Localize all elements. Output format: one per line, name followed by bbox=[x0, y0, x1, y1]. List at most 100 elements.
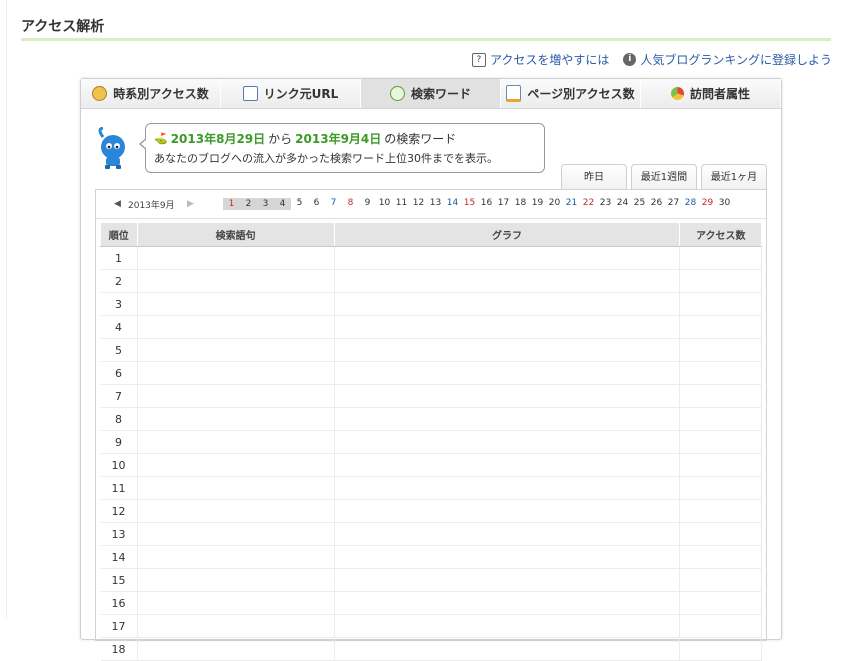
tab-referrer-url[interactable]: リンク元URL bbox=[221, 79, 361, 108]
next-month-icon[interactable]: ▶ bbox=[187, 199, 194, 209]
page-title: アクセス解析 bbox=[21, 19, 105, 35]
range-tab-month[interactable]: 最近1ヶ月 bbox=[701, 164, 767, 189]
calendar-day[interactable]: 28 bbox=[682, 198, 699, 210]
calendar-day[interactable]: 6 bbox=[308, 198, 325, 210]
rank-cell: 9 bbox=[100, 430, 138, 454]
col-keyword: 検索語句 bbox=[136, 222, 335, 247]
graph-cell bbox=[334, 614, 681, 638]
calendar-day[interactable]: 8 bbox=[342, 198, 359, 210]
day-list: 1 2 3 4 5 6 7 8 9 10 11 12 13 14 15 16 17 18 19 20 21 22 23 24 2… bbox=[223, 198, 733, 210]
tab-page-access[interactable]: ページ別アクセス数 bbox=[501, 79, 641, 108]
graph-cell bbox=[334, 591, 681, 615]
rank-cell: 16 bbox=[100, 591, 138, 615]
calendar-day[interactable]: 13 bbox=[427, 198, 444, 210]
prev-month-icon[interactable]: ◀ bbox=[114, 199, 121, 209]
keyword-cell bbox=[137, 292, 335, 316]
col-rank: 順位 bbox=[100, 222, 138, 247]
analytics-panel: 時系別アクセス数 リンク元URL 検索ワード ページ別アクセス数 訪問者属性 ⛳… bbox=[80, 78, 782, 661]
graph-cell bbox=[334, 568, 681, 592]
access-count-cell bbox=[679, 338, 762, 362]
access-count-cell bbox=[679, 292, 762, 316]
table-row: 5 bbox=[100, 338, 762, 362]
calendar-day[interactable]: 14 bbox=[444, 198, 461, 210]
info-icon: i bbox=[623, 53, 637, 66]
keyword-cell bbox=[137, 430, 335, 454]
table-row: 8 bbox=[100, 407, 762, 431]
keyword-cell bbox=[137, 361, 335, 385]
range-description: あなたのブログへの流入が多かった検索ワード上位30件までを表示。 bbox=[154, 152, 498, 165]
table-row: 11 bbox=[100, 476, 762, 500]
table-row: 4 bbox=[100, 315, 762, 339]
access-count-cell bbox=[679, 568, 762, 592]
rank-cell: 8 bbox=[100, 407, 138, 431]
access-count-cell bbox=[679, 407, 762, 431]
rank-cell: 13 bbox=[100, 522, 138, 546]
graph-cell bbox=[334, 292, 681, 316]
calendar-day[interactable]: 2 bbox=[240, 198, 257, 210]
calendar-day[interactable]: 30 bbox=[716, 198, 733, 210]
access-count-cell bbox=[679, 384, 762, 408]
range-tab-yesterday[interactable]: 昨日 bbox=[561, 164, 627, 189]
calendar-day[interactable]: 20 bbox=[546, 198, 563, 210]
tab-search-words[interactable]: 検索ワード bbox=[361, 79, 501, 108]
calendar-day[interactable]: 21 bbox=[563, 198, 580, 210]
calendar-day[interactable]: 4 bbox=[274, 198, 291, 210]
table-row: 3 bbox=[100, 292, 762, 316]
calendar-day[interactable]: 23 bbox=[597, 198, 614, 210]
calendar-day[interactable]: 25 bbox=[631, 198, 648, 210]
calendar-day[interactable]: 18 bbox=[512, 198, 529, 210]
access-count-cell bbox=[679, 453, 762, 477]
calendar-day[interactable]: 3 bbox=[257, 198, 274, 210]
calendar-day[interactable]: 7 bbox=[325, 198, 342, 210]
calendar-day[interactable]: 16 bbox=[478, 198, 495, 210]
calendar-day[interactable]: 29 bbox=[699, 198, 716, 210]
tab-visitor-attributes[interactable]: 訪問者属性 bbox=[641, 79, 781, 108]
calendar-day[interactable]: 9 bbox=[359, 198, 376, 210]
table-row: 15 bbox=[100, 568, 762, 592]
access-count-cell bbox=[679, 430, 762, 454]
date-range-bubble: ⛳ 2013年8月29日 から 2013年9月4日 の検索ワード あなたのブログ… bbox=[139, 123, 545, 173]
calendar-day[interactable]: 19 bbox=[529, 198, 546, 210]
rank-cell: 12 bbox=[100, 499, 138, 523]
graph-cell bbox=[334, 522, 681, 546]
calendar-day[interactable]: 1 bbox=[223, 198, 240, 210]
calendar-day[interactable]: 12 bbox=[410, 198, 427, 210]
graph-cell bbox=[334, 338, 681, 362]
title-underline bbox=[21, 38, 831, 41]
graph-cell bbox=[334, 637, 681, 661]
rank-cell: 3 bbox=[100, 292, 138, 316]
tab-bar: 時系別アクセス数 リンク元URL 検索ワード ページ別アクセス数 訪問者属性 bbox=[81, 79, 781, 109]
table-row: 2 bbox=[100, 269, 762, 293]
keyword-cell bbox=[137, 315, 335, 339]
keyword-cell bbox=[137, 637, 335, 661]
range-connector: から bbox=[268, 132, 293, 146]
top-links: ? アクセスを増やすには i 人気ブログランキングに登録しよう bbox=[471, 51, 832, 68]
calendar-day[interactable]: 22 bbox=[580, 198, 597, 210]
calendar-day[interactable]: 11 bbox=[393, 198, 410, 210]
ranking-link-label: 人気ブログランキングに登録しよう bbox=[640, 53, 832, 67]
keyword-cell bbox=[137, 522, 335, 546]
calendar-month: 2013年9月 bbox=[128, 201, 175, 211]
graph-cell bbox=[334, 315, 681, 339]
access-count-cell bbox=[679, 591, 762, 615]
date-range-line: ⛳ 2013年8月29日 から 2013年9月4日 の検索ワード bbox=[154, 130, 456, 147]
calendar-day[interactable]: 15 bbox=[461, 198, 478, 210]
help-link-label: アクセスを増やすには bbox=[489, 53, 610, 67]
access-count-cell bbox=[679, 614, 762, 638]
ranking-link[interactable]: i 人気ブログランキングに登録しよう bbox=[623, 51, 832, 68]
calendar-day[interactable]: 26 bbox=[648, 198, 665, 210]
graph-cell bbox=[334, 269, 681, 293]
calendar-day[interactable]: 5 bbox=[291, 198, 308, 210]
table-row: 16 bbox=[100, 591, 762, 615]
calendar-day[interactable]: 24 bbox=[614, 198, 631, 210]
rank-cell: 15 bbox=[100, 568, 138, 592]
tab-hourly-access[interactable]: 時系別アクセス数 bbox=[81, 79, 221, 108]
help-link[interactable]: ? アクセスを増やすには bbox=[471, 51, 610, 68]
pie-icon bbox=[670, 87, 684, 100]
calendar-day[interactable]: 17 bbox=[495, 198, 512, 210]
left-border bbox=[0, 0, 7, 619]
calendar-day[interactable]: 27 bbox=[665, 198, 682, 210]
range-tab-week[interactable]: 最近1週間 bbox=[631, 164, 697, 189]
calendar-day[interactable]: 10 bbox=[376, 198, 393, 210]
tab-label: 訪問者属性 bbox=[689, 87, 750, 101]
